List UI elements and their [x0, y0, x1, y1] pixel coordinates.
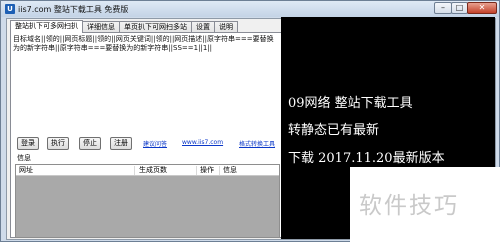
info-label: 信息 — [17, 154, 31, 162]
column-header-info[interactable]: 信息 — [223, 166, 237, 175]
tab-panel: 目标域名||领的||网页标题||领的||网页关键词||领的||网页描述||原字符… — [10, 32, 282, 238]
column-header-action[interactable]: 操作 — [200, 166, 214, 175]
tab-site-download[interactable]: 整站扒下可多网扫扒 — [10, 20, 83, 33]
website-link[interactable]: www.iis7.com — [182, 139, 223, 146]
stop-button[interactable]: 停止 — [79, 137, 101, 150]
app-icon: U — [5, 4, 15, 14]
suggestion-link[interactable]: 建议问答 — [143, 139, 167, 148]
column-divider — [219, 166, 220, 175]
column-divider — [134, 166, 135, 175]
action-bar: 登录 执行 停止 注册 建议问答 www.iis7.com 格式转换工具 — [17, 137, 283, 150]
minimize-button[interactable]: – — [434, 2, 452, 14]
title-bar[interactable]: U iis7.com 整站下载工具 免费版 – □ ✕ — [1, 1, 499, 17]
execute-button[interactable]: 执行 — [47, 137, 69, 150]
table-header: 网址 生成页数 操作 信息 — [16, 165, 279, 176]
promo-title: 09网络 整站下载工具 — [288, 96, 413, 111]
format-textarea[interactable]: 目标域名||领的||网页标题||领的||网页关键词||领的||网页描述||原字符… — [13, 35, 279, 121]
watermark-text: 软件技巧 — [359, 193, 459, 219]
result-table[interactable]: 网址 生成页数 操作 信息 — [15, 164, 280, 238]
column-header-pages[interactable]: 生成页数 — [139, 166, 167, 175]
maximize-button[interactable]: □ — [451, 2, 468, 14]
close-button[interactable]: ✕ — [467, 2, 497, 14]
register-button[interactable]: 注册 — [110, 137, 132, 150]
promo-subtitle: 转静态已有最新 — [288, 123, 380, 138]
format-tool-link[interactable]: 格式转换工具 — [239, 139, 275, 148]
column-divider — [196, 166, 197, 175]
window-title: iis7.com 整站下载工具 免费版 — [18, 5, 129, 14]
login-button[interactable]: 登录 — [17, 137, 39, 150]
promo-download-text[interactable]: 下载 2017.11.20最新版本 — [288, 147, 445, 166]
column-header-url[interactable]: 网址 — [19, 166, 33, 175]
